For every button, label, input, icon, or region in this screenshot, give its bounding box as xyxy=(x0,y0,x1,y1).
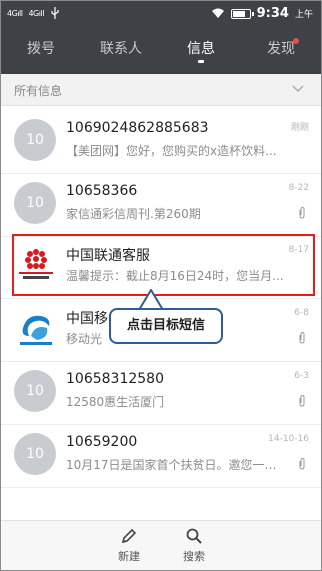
message-item[interactable]: 10 10658366 家信通彩信周刊.第260期 8-22 xyxy=(1,169,321,237)
tab-messages[interactable]: 信息 xyxy=(161,27,241,74)
pencil-icon xyxy=(121,528,137,544)
message-date: 8-22 xyxy=(288,183,309,193)
message-sender: 1069024862885683 xyxy=(66,120,209,136)
message-date: 6-8 xyxy=(294,308,309,318)
message-preview: 家信通彩信周刊.第260期 xyxy=(66,207,201,221)
china-mobile-logo xyxy=(20,315,52,345)
message-preview: 12580惠生活厦门 xyxy=(66,395,165,409)
clock-ampm: 上午 xyxy=(294,10,313,20)
search-icon xyxy=(186,528,202,544)
tab-dialer[interactable]: 拨号 xyxy=(1,27,81,74)
target-highlight-box xyxy=(12,234,315,296)
section-label: 所有信息 xyxy=(14,84,63,98)
signal-indicator-2: 4Gıll xyxy=(28,8,44,18)
message-sender: 10658312580 xyxy=(66,371,164,387)
clock-time: 9:34 xyxy=(256,6,289,21)
battery-icon xyxy=(230,8,254,19)
status-bar: 4Gıll 4Gıll 9:34 上午 xyxy=(1,1,321,27)
bottom-action-bar: 新建 搜索 xyxy=(1,520,321,570)
avatar: 10 xyxy=(14,370,56,412)
wifi-icon xyxy=(211,8,224,18)
message-date: 6-3 xyxy=(294,371,309,381)
attachment-icon xyxy=(299,458,305,470)
signal-indicator-1: 4Gıll xyxy=(7,8,23,18)
screenshot-frame: 4Gıll 4Gıll 9:34 上午 拨号 联系人 信息 发现 所有信息 10… xyxy=(0,0,322,571)
message-sender: 中国移 xyxy=(66,311,108,327)
instruction-callout: 点击目标短信 xyxy=(109,308,223,344)
avatar: 10 xyxy=(14,119,56,161)
notification-badge xyxy=(293,38,299,44)
message-date: 刚刚 xyxy=(290,123,309,133)
avatar: 10 xyxy=(14,182,56,224)
message-date: 14-10-16 xyxy=(268,434,309,444)
message-preview: 【美团网】您好，您购买的x造杯饮料... xyxy=(66,144,277,158)
attachment-icon xyxy=(299,395,305,407)
avatar: 10 xyxy=(14,433,56,475)
top-tab-bar: 拨号 联系人 信息 发现 xyxy=(1,27,321,74)
usb-icon xyxy=(51,7,59,19)
message-item[interactable]: 10 10659200 10月17日是国家首个扶贫日。邀您一起... 14-10… xyxy=(1,420,321,488)
message-preview: 10月17日是国家首个扶贫日。邀您一起... xyxy=(66,458,286,472)
tab-contacts[interactable]: 联系人 xyxy=(81,27,161,74)
new-message-label: 新建 xyxy=(118,550,140,563)
new-message-button[interactable]: 新建 xyxy=(104,527,154,564)
search-label: 搜索 xyxy=(183,550,205,563)
chevron-down-icon[interactable] xyxy=(291,81,305,95)
search-button[interactable]: 搜索 xyxy=(169,527,219,564)
attachment-icon xyxy=(299,332,305,344)
message-item[interactable]: 10 10658312580 12580惠生活厦门 6-3 xyxy=(1,357,321,425)
active-tab-indicator xyxy=(198,60,204,63)
message-item[interactable]: 10 1069024862885683 【美团网】您好，您购买的x造杯饮料...… xyxy=(1,106,321,174)
attachment-icon xyxy=(299,207,305,219)
message-sender: 10659200 xyxy=(66,434,138,450)
section-header[interactable]: 所有信息 xyxy=(1,74,321,106)
message-sender: 10658366 xyxy=(66,183,138,199)
tab-discover[interactable]: 发现 xyxy=(241,27,321,74)
